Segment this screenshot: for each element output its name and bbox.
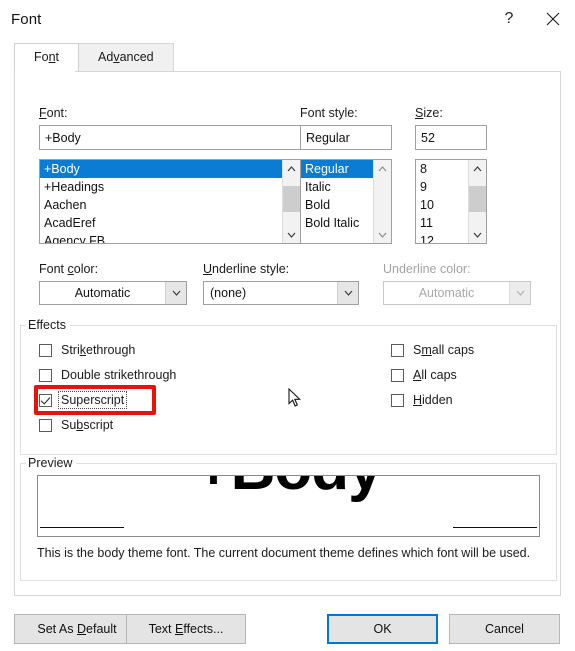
scroll-down-icon[interactable]	[374, 226, 391, 243]
checkbox-indicator[interactable]	[391, 393, 404, 407]
font-style-input[interactable]: Regular	[300, 125, 392, 150]
font-size-scrollbar[interactable]	[468, 160, 486, 243]
subscript-checkbox[interactable]: Subscript	[39, 416, 115, 434]
cancel-button-label: Cancel	[485, 622, 524, 636]
underline-style-dropdown[interactable]: (none)	[203, 281, 359, 305]
list-item[interactable]: Italic	[301, 178, 373, 196]
checkbox-indicator[interactable]	[391, 368, 404, 382]
window-title: Font	[11, 10, 42, 28]
checkbox-indicator[interactable]	[391, 343, 404, 357]
font-label: Font:	[39, 106, 68, 120]
font-name-listbox[interactable]: +Body +Headings Aachen AcadEref Agency F…	[39, 159, 301, 244]
list-item[interactable]: 9	[416, 178, 468, 196]
list-item[interactable]: Bold Italic	[301, 214, 373, 232]
font-name-input[interactable]: +Body	[39, 125, 301, 150]
list-item[interactable]: AcadEref	[40, 214, 282, 232]
underline-color-dropdown: Automatic	[383, 281, 531, 305]
font-style-value: Regular	[306, 130, 350, 145]
preview-group-title: Preview	[26, 456, 77, 470]
checkbox-label: All caps	[413, 368, 457, 382]
font-color-dropdown[interactable]: Automatic	[39, 281, 187, 305]
chevron-down-icon[interactable]	[337, 282, 358, 304]
help-button[interactable]: ?	[487, 0, 531, 38]
font-style-listbox[interactable]: Regular Italic Bold Bold Italic	[300, 159, 392, 244]
font-size-listbox[interactable]: 8 9 10 11 12	[415, 159, 487, 244]
double-strikethrough-checkbox[interactable]: Double strikethrough	[39, 366, 178, 384]
checkbox-label: Subscript	[61, 418, 114, 432]
list-item[interactable]: 12	[416, 232, 468, 243]
close-button[interactable]	[531, 0, 575, 38]
all-caps-checkbox[interactable]: All caps	[391, 366, 459, 384]
scroll-down-icon[interactable]	[283, 226, 300, 243]
strikethrough-checkbox[interactable]: Strikethrough	[39, 341, 137, 359]
chevron-down-icon[interactable]	[165, 282, 186, 304]
checkbox-label: Strikethrough	[61, 343, 136, 357]
underline-color-value: Automatic	[418, 286, 475, 300]
font-size-list-items: 8 9 10 11 12	[416, 160, 468, 243]
checkbox-label: Superscript	[57, 391, 128, 409]
hidden-checkbox[interactable]: Hidden	[391, 391, 455, 409]
size-label: Size:	[415, 106, 443, 120]
scrollbar-thumb[interactable]	[469, 186, 486, 212]
tab-advanced[interactable]: Advanced	[78, 43, 174, 71]
underline-color-label: Underline color:	[383, 262, 471, 276]
font-tab-panel: Font: Font style: Size: +Body Regular 52…	[14, 71, 561, 596]
font-name-list-items: +Body +Headings Aachen AcadEref Agency F…	[40, 160, 282, 243]
preview-description: This is the body theme font. The current…	[37, 546, 531, 560]
font-style-list-items: Regular Italic Bold Bold Italic	[301, 160, 373, 243]
ok-button[interactable]: OK	[327, 614, 438, 644]
tab-strip: Font Advanced	[0, 43, 575, 71]
checkbox-indicator[interactable]	[39, 393, 52, 407]
font-name-value: +Body	[45, 130, 81, 145]
checkbox-label: Hidden	[413, 393, 453, 407]
title-bar: Font ?	[0, 0, 575, 38]
font-color-label: Font color:	[39, 262, 99, 276]
checkbox-label: Small caps	[413, 343, 475, 357]
checkbox-indicator[interactable]	[39, 418, 52, 432]
font-style-scrollbar[interactable]	[373, 160, 391, 243]
preview-sample-text: +Body	[38, 476, 539, 500]
checkbox-indicator[interactable]	[39, 343, 52, 357]
set-as-default-button[interactable]: Set As Default	[14, 614, 140, 644]
list-item[interactable]: Bold	[301, 196, 373, 214]
effects-group-title: Effects	[26, 318, 70, 332]
underline-style-label: Underline style:	[203, 262, 290, 276]
scroll-up-icon[interactable]	[469, 160, 486, 177]
list-item[interactable]: 11	[416, 214, 468, 232]
list-item[interactable]: +Body	[40, 160, 282, 178]
preview-box: +Body	[37, 475, 540, 537]
font-style-label: Font style:	[300, 106, 358, 120]
font-size-input[interactable]: 52	[415, 125, 487, 150]
list-item[interactable]: Aachen	[40, 196, 282, 214]
title-bar-buttons: ?	[487, 0, 575, 38]
checkbox-indicator[interactable]	[39, 368, 52, 382]
preview-rule-right	[453, 527, 537, 528]
scrollbar-thumb[interactable]	[283, 186, 300, 212]
preview-rule-left	[40, 527, 124, 528]
chevron-down-icon	[509, 282, 530, 304]
underline-style-value: (none)	[210, 286, 247, 300]
list-item[interactable]: 8	[416, 160, 468, 178]
font-color-value: Automatic	[74, 286, 131, 300]
cancel-button[interactable]: Cancel	[449, 614, 560, 644]
tab-font[interactable]: Font	[14, 43, 80, 71]
list-item[interactable]: Regular	[301, 160, 373, 178]
question-mark-icon: ?	[504, 10, 514, 27]
font-list-scrollbar[interactable]	[282, 160, 300, 243]
small-caps-checkbox[interactable]: Small caps	[391, 341, 476, 359]
list-item[interactable]: 10	[416, 196, 468, 214]
scroll-down-icon[interactable]	[469, 226, 486, 243]
text-effects-button[interactable]: Text Effects...	[126, 614, 246, 644]
superscript-checkbox[interactable]: Superscript	[39, 391, 128, 409]
close-x-icon	[546, 12, 560, 26]
list-item[interactable]: Agency FB	[40, 232, 282, 243]
scroll-up-icon[interactable]	[283, 160, 300, 177]
ok-button-label: OK	[373, 622, 392, 636]
list-item[interactable]: +Headings	[40, 178, 282, 196]
checkbox-label: Double strikethrough	[61, 368, 177, 382]
scroll-up-icon[interactable]	[374, 160, 391, 177]
font-size-value: 52	[421, 130, 435, 145]
